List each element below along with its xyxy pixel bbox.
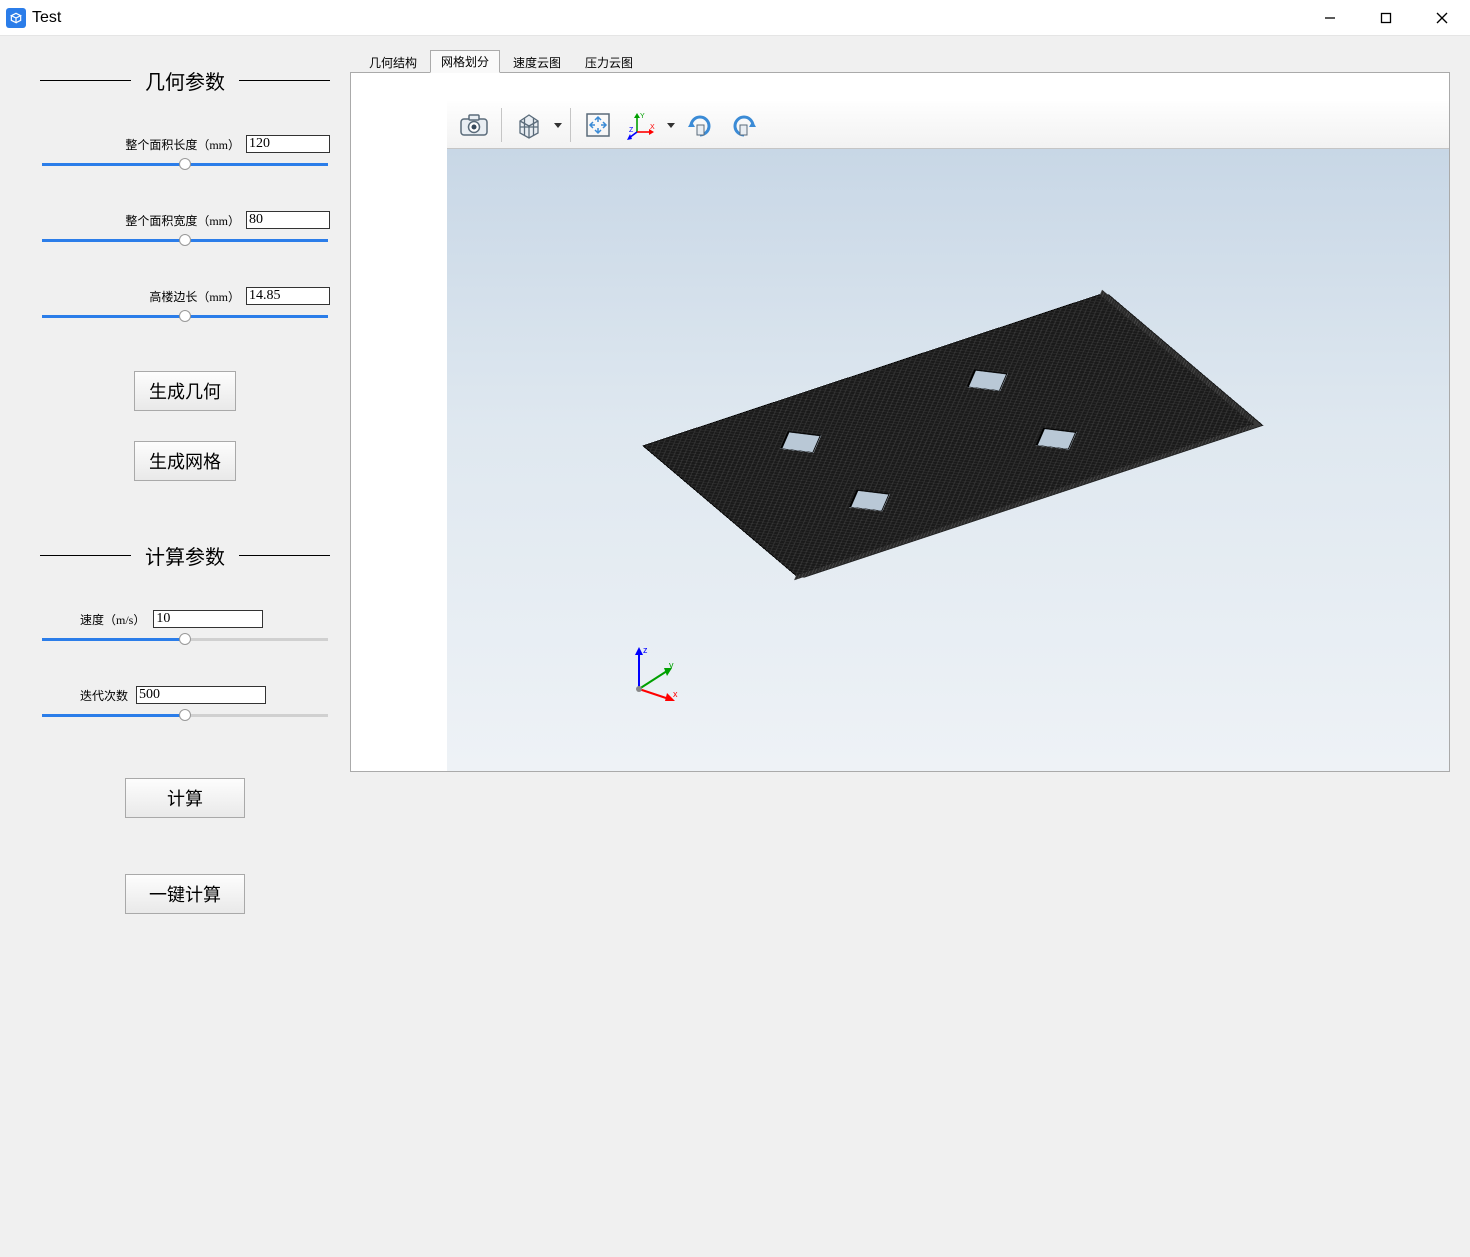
close-button[interactable]: [1414, 0, 1470, 36]
param-length-input[interactable]: [246, 135, 330, 153]
toolbar-separator: [570, 108, 571, 142]
toolbar-separator: [501, 108, 502, 142]
divider: [239, 555, 330, 556]
toolbar-3d: YX Z: [447, 101, 1449, 149]
param-length-label: 整个面积长度（mm）: [125, 136, 240, 153]
tab-velocity-cloud[interactable]: 速度云图: [502, 51, 572, 73]
maximize-button[interactable]: [1358, 0, 1414, 36]
app-window: Test 几何参数 整个面积长度（mm）: [0, 0, 1470, 1257]
param-tower-input[interactable]: [246, 287, 330, 305]
view-cube-button[interactable]: [508, 106, 550, 144]
param-iters-slider[interactable]: [42, 714, 328, 717]
param-width-label: 整个面积宽度（mm）: [125, 212, 240, 229]
svg-text:Y: Y: [640, 113, 645, 120]
triad-y-label: y: [669, 660, 674, 670]
tab-mesh[interactable]: 网格划分: [430, 50, 500, 73]
viewport-3d[interactable]: z y x: [447, 149, 1449, 771]
param-iters-input[interactable]: [136, 686, 266, 704]
param-velocity: 速度（m/s）: [40, 610, 330, 646]
tab-pressure-cloud[interactable]: 压力云图: [574, 51, 644, 73]
window-controls: [1302, 0, 1470, 36]
generate-mesh-button[interactable]: 生成网格: [134, 441, 236, 481]
param-iters-label: 迭代次数: [80, 687, 128, 704]
triad-z-label: z: [643, 645, 648, 655]
compute-button[interactable]: 计算: [125, 778, 245, 818]
xyz-axes-dropdown[interactable]: [665, 120, 677, 130]
view-cube-dropdown[interactable]: [552, 120, 564, 130]
section-title-geometry: 几何参数: [131, 66, 239, 95]
viewer-frame: YX Z: [350, 72, 1450, 772]
mesh-plate: [678, 290, 1218, 580]
tabs-row: 几何结构 网格划分 速度云图 压力云图: [350, 50, 1450, 72]
param-width-input[interactable]: [246, 211, 330, 229]
orientation-triad: z y x: [627, 641, 687, 701]
section-title-compute: 计算参数: [131, 541, 239, 570]
param-length-slider[interactable]: [42, 163, 328, 166]
svg-text:X: X: [650, 124, 655, 131]
right-area: 几何结构 网格划分 速度云图 压力云图: [350, 50, 1450, 1237]
param-velocity-slider[interactable]: [42, 638, 328, 641]
param-velocity-input[interactable]: [153, 610, 263, 628]
svg-text:Z: Z: [629, 127, 634, 134]
param-length: 整个面积长度（mm）: [40, 135, 330, 171]
left-panel: 几何参数 整个面积长度（mm） 整个面积宽度（mm） 高楼边长: [20, 50, 350, 1237]
window-title: Test: [32, 9, 61, 27]
minimize-button[interactable]: [1302, 0, 1358, 36]
section-header-compute: 计算参数: [40, 541, 330, 570]
app-icon: [6, 8, 26, 28]
param-iters: 迭代次数: [40, 686, 330, 722]
tab-geometry[interactable]: 几何结构: [358, 51, 428, 73]
divider: [239, 80, 330, 81]
section-header-geometry: 几何参数: [40, 66, 330, 95]
param-tower: 高楼边长（mm）: [40, 287, 330, 323]
one-click-compute-button[interactable]: 一键计算: [125, 874, 245, 914]
triad-x-label: x: [673, 689, 678, 699]
viewer-inner: YX Z: [447, 101, 1449, 771]
param-velocity-label: 速度（m/s）: [80, 611, 145, 628]
rotate-ccw-button[interactable]: [723, 106, 765, 144]
rotate-cw-button[interactable]: [679, 106, 721, 144]
fit-view-button[interactable]: [577, 106, 619, 144]
param-width: 整个面积宽度（mm）: [40, 211, 330, 247]
param-tower-label: 高楼边长（mm）: [149, 288, 240, 305]
param-width-slider[interactable]: [42, 239, 328, 242]
screenshot-button[interactable]: [453, 106, 495, 144]
body: 几何参数 整个面积长度（mm） 整个面积宽度（mm） 高楼边长: [0, 36, 1470, 1257]
param-tower-slider[interactable]: [42, 315, 328, 318]
divider: [40, 80, 131, 81]
xyz-axes-button[interactable]: YX Z: [621, 106, 663, 144]
divider: [40, 555, 131, 556]
titlebar: Test: [0, 0, 1470, 36]
titlebar-left: Test: [6, 8, 61, 28]
generate-geometry-button[interactable]: 生成几何: [134, 371, 236, 411]
